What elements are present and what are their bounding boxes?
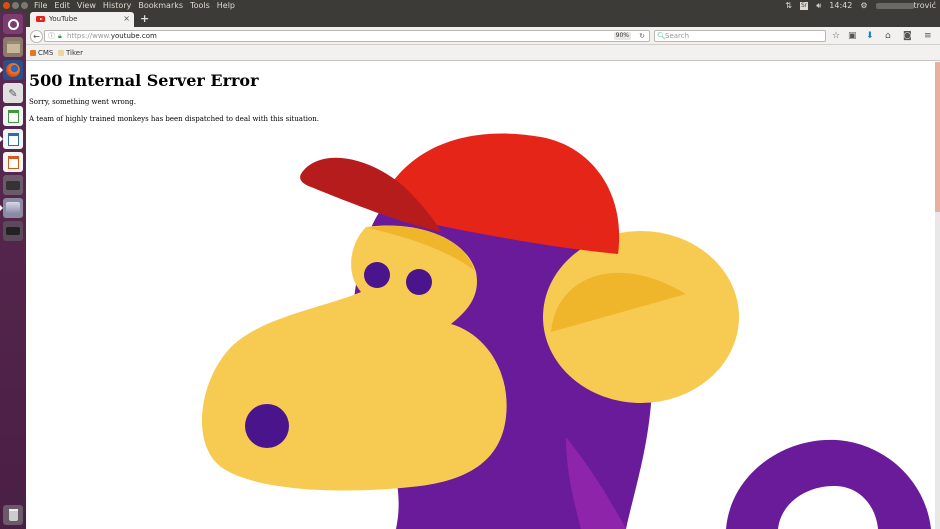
error-message: Sorry, something went wrong.	[29, 98, 136, 106]
error-detail: A team of highly trained monkeys has bee…	[29, 115, 319, 123]
calc-launcher-button[interactable]	[3, 106, 23, 126]
menu-edit[interactable]: Edit	[54, 0, 70, 11]
impress-launcher-button[interactable]	[3, 152, 23, 172]
url-bar[interactable]: ⓘ 🔒︎ https://www.youtube.com 90% ↻	[44, 30, 650, 42]
arrow-left-icon: ←	[33, 32, 40, 41]
scrollbar-thumb[interactable]	[935, 62, 940, 212]
gear-icon[interactable]: ⚙	[860, 0, 867, 11]
bookmark-tiker[interactable]: Tiker	[58, 49, 83, 57]
back-button[interactable]: ←	[30, 30, 43, 43]
menu-tools[interactable]: Tools	[190, 0, 210, 11]
reload-icon[interactable]: ↻	[639, 31, 645, 41]
monkey-face	[201, 225, 507, 491]
ubuntu-logo-icon	[7, 18, 19, 30]
menu-view[interactable]: View	[77, 0, 96, 11]
download-arrow-icon[interactable]: ⬇	[866, 30, 874, 42]
monkey-eye-left	[364, 262, 390, 288]
monkey-eye-right	[406, 269, 432, 295]
document-icon	[7, 132, 19, 146]
window-minimize-button[interactable]	[12, 2, 19, 9]
lock-icon: 🔒︎	[58, 32, 62, 40]
tab-close-icon[interactable]: ×	[123, 14, 130, 23]
app-icon	[6, 202, 20, 214]
spreadsheet-icon	[7, 109, 19, 123]
firefox-launcher-button[interactable]	[0, 60, 23, 80]
search-placeholder: Search	[665, 32, 690, 40]
bookmark-favicon-icon	[30, 50, 36, 56]
monkey-cap-button	[523, 141, 555, 173]
writer-launcher-button[interactable]	[0, 129, 23, 149]
launcher-sidebar: ✎	[0, 11, 26, 529]
window-maximize-button[interactable]	[21, 2, 28, 9]
dash-home-button[interactable]	[3, 14, 23, 34]
app-icon	[6, 180, 20, 190]
monkey-tail	[726, 439, 931, 529]
bookmark-cms[interactable]: CMS	[30, 49, 53, 57]
presentation-icon	[7, 155, 19, 169]
page-title: 500 Internal Server Error	[29, 71, 259, 90]
trash-launcher-button[interactable]	[3, 505, 23, 525]
clipboard-icon[interactable]: ▣	[848, 30, 857, 42]
info-icon[interactable]: ⓘ	[48, 31, 55, 41]
menu-history[interactable]: History	[103, 0, 131, 11]
tab-title: YouTube	[49, 15, 78, 23]
monkey-nostril	[245, 404, 289, 448]
volume-icon[interactable]: 🔊︎	[816, 0, 821, 11]
app-launcher-button-6[interactable]	[3, 175, 23, 195]
app-launcher-button-8[interactable]	[3, 221, 23, 241]
keyboard-layout-icon[interactable]: Sr	[799, 1, 809, 10]
menu-bookmarks[interactable]: Bookmarks	[138, 0, 183, 11]
trash-icon	[8, 509, 18, 521]
menu-file[interactable]: File	[34, 0, 47, 11]
search-bar[interactable]: 🔍︎ Search	[654, 30, 826, 42]
username-suffix[interactable]: trović	[914, 0, 937, 11]
bookmark-favicon-icon	[58, 50, 64, 56]
pencil-document-icon: ✎	[8, 86, 18, 100]
app-menu-bar: File Edit View History Bookmarks Tools H…	[34, 0, 235, 11]
home-icon[interactable]: ⌂	[885, 30, 891, 42]
window-close-button[interactable]	[3, 2, 10, 9]
file-cabinet-icon	[6, 41, 20, 53]
firefox-icon	[6, 63, 20, 77]
youtube-favicon-icon	[36, 16, 45, 22]
navigation-toolbar: ← ⓘ 🔒︎ https://www.youtube.com 90% ↻ 🔍︎ …	[26, 27, 940, 45]
system-top-bar: File Edit View History Bookmarks Tools H…	[0, 0, 940, 11]
page-scrollbar[interactable]	[935, 62, 940, 529]
network-icon[interactable]: ⇅	[785, 0, 792, 11]
tab-youtube[interactable]: YouTube ×	[30, 12, 134, 27]
monkey-illustration	[201, 133, 931, 529]
bookmarks-toolbar: CMS Tiker	[26, 45, 940, 61]
new-tab-button[interactable]: +	[140, 12, 149, 25]
menu-help[interactable]: Help	[217, 0, 235, 11]
text-editor-launcher-button[interactable]: ✎	[3, 83, 23, 103]
username-redacted	[875, 2, 914, 9]
pocket-icon[interactable]: ◙	[903, 30, 912, 42]
app-icon	[6, 227, 20, 235]
clock[interactable]: 14:42	[829, 0, 852, 11]
zoom-level-indicator[interactable]: 90%	[613, 32, 631, 40]
tab-bar: YouTube × +	[26, 11, 940, 27]
files-launcher-button[interactable]	[3, 37, 23, 57]
url-text: https://www.youtube.com	[67, 32, 157, 40]
star-icon[interactable]: ☆	[832, 30, 840, 42]
hamburger-menu-icon[interactable]: ≡	[924, 30, 932, 42]
app-launcher-button-7[interactable]	[0, 198, 23, 218]
page-content: 500 Internal Server Error Sorry, somethi…	[26, 62, 935, 529]
system-tray: ⇅ Sr 🔊︎ 14:42 ⚙ trović	[785, 0, 936, 11]
